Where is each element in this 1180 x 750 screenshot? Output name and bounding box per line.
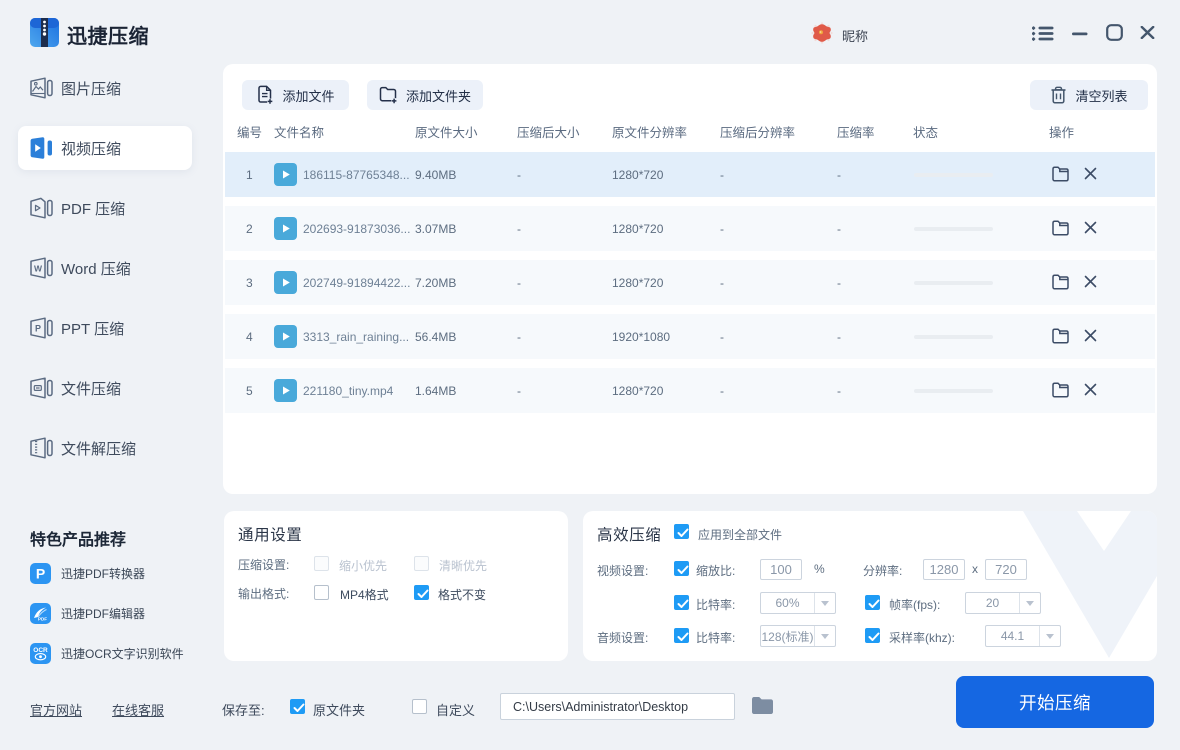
svg-text:P: P: [36, 566, 45, 582]
svg-text:PDF: PDF: [38, 617, 47, 622]
svg-text:OCR: OCR: [33, 647, 48, 654]
svg-text:W: W: [34, 263, 43, 273]
svg-text:P: P: [35, 324, 41, 334]
